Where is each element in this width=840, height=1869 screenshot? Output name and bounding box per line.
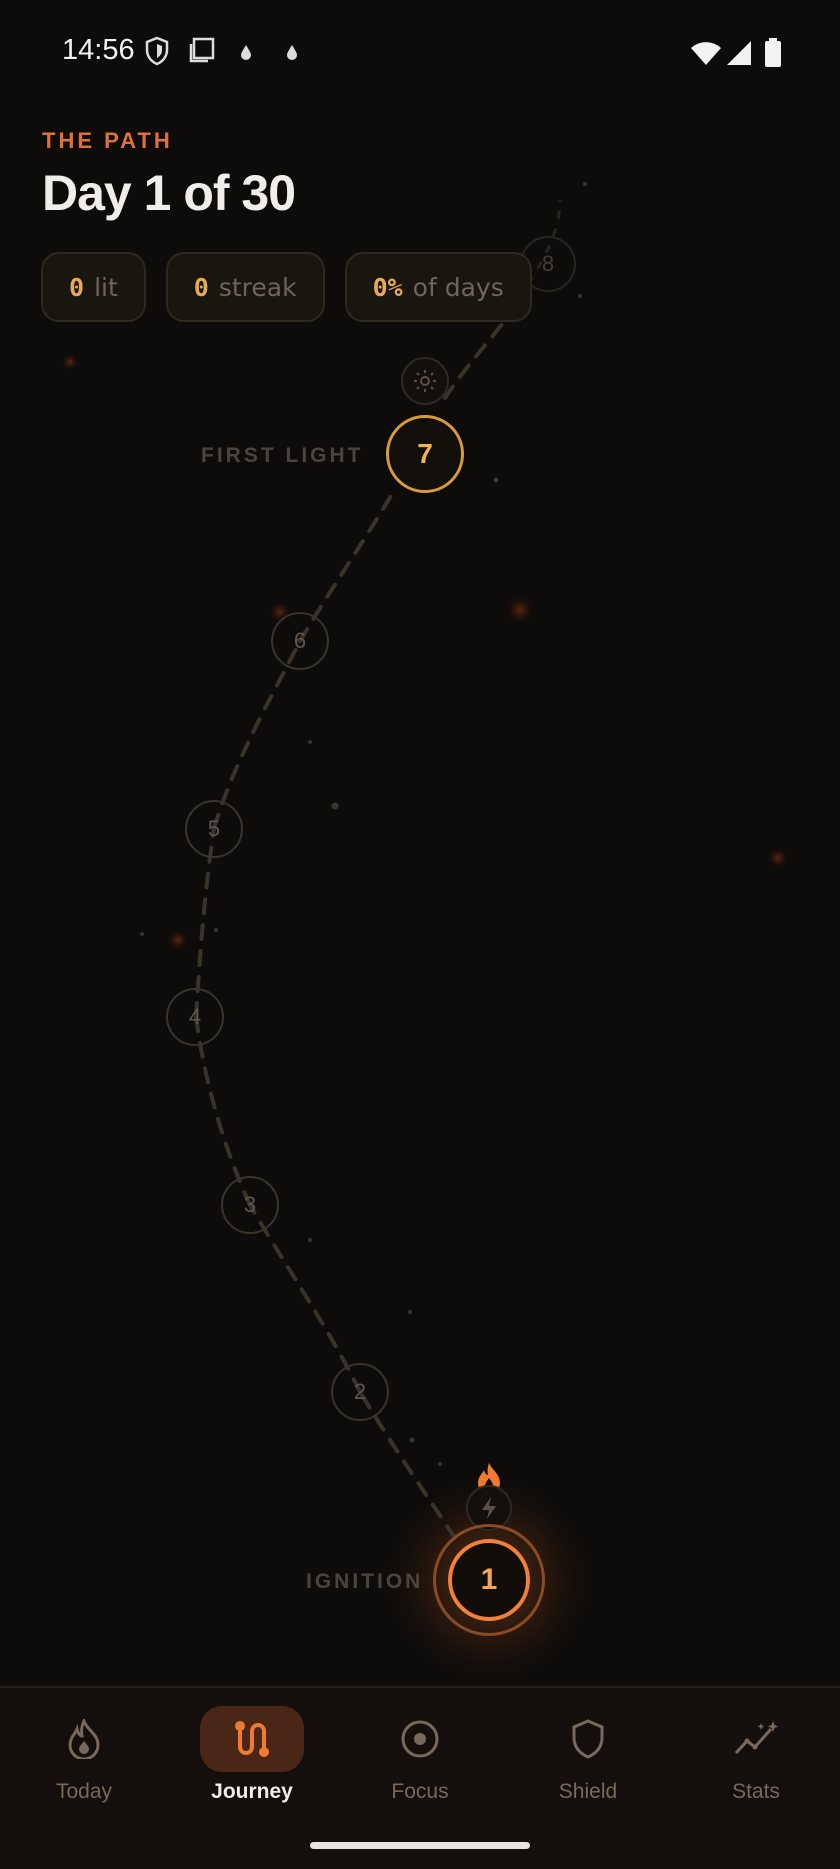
lit-chip: 0 lit xyxy=(41,252,146,322)
days-percent: 0% xyxy=(372,272,403,302)
tab-journey-label: Journey xyxy=(211,1780,293,1803)
day-3-number: 3 xyxy=(243,1192,257,1217)
stats-row: 0 lit 0 streak 0% of days xyxy=(41,252,532,322)
day-6-node[interactable]: 6 xyxy=(271,612,329,670)
home-indicator xyxy=(310,1842,530,1849)
day-7-number: 7 xyxy=(417,438,433,469)
first-light-badge xyxy=(401,357,449,405)
day-3-node[interactable]: 3 xyxy=(221,1176,279,1234)
day-2-number: 2 xyxy=(353,1379,367,1404)
lit-label: lit xyxy=(94,272,118,302)
day-5-node[interactable]: 5 xyxy=(185,800,243,858)
tab-stats-label: Stats xyxy=(732,1780,780,1803)
ignition-label: IGNITION xyxy=(306,1570,424,1593)
stats-icon xyxy=(734,1721,778,1755)
first-light-label: FIRST LIGHT xyxy=(201,444,364,467)
tab-shield[interactable]: Shield xyxy=(518,1706,658,1804)
streak-chip: 0 streak xyxy=(165,252,325,322)
sun-icon xyxy=(414,370,436,392)
day-5-number: 5 xyxy=(207,816,221,841)
streak-count: 0 xyxy=(193,272,209,302)
tab-today[interactable]: Today xyxy=(14,1706,154,1804)
day-4-node[interactable]: 4 xyxy=(166,988,224,1046)
journey-icon xyxy=(235,1721,269,1757)
focus-icon xyxy=(401,1720,439,1758)
day-1-number: 1 xyxy=(480,1563,498,1596)
lit-count: 0 xyxy=(69,272,85,302)
tab-today-label: Today xyxy=(55,1780,113,1803)
day-7-node[interactable]: 7 xyxy=(386,415,464,493)
tab-stats[interactable]: Stats xyxy=(686,1706,826,1804)
tab-journey[interactable]: Journey xyxy=(182,1706,322,1804)
shield-icon xyxy=(572,1719,604,1759)
days-label: of days xyxy=(412,272,504,302)
flame-icon xyxy=(68,1719,100,1759)
day-4-number: 4 xyxy=(188,1004,202,1029)
day-6-number: 6 xyxy=(293,628,307,653)
streak-label: streak xyxy=(218,272,297,302)
day-8-number: 8 xyxy=(541,251,555,276)
day-2-node[interactable]: 2 xyxy=(331,1363,389,1421)
days-chip: 0% of days xyxy=(344,252,532,322)
tab-focus[interactable]: Focus xyxy=(350,1706,490,1804)
tab-focus-label: Focus xyxy=(391,1780,449,1803)
day-1-node[interactable]: 1 xyxy=(448,1539,530,1621)
bolt-icon xyxy=(482,1497,496,1519)
tab-shield-label: Shield xyxy=(558,1780,618,1803)
